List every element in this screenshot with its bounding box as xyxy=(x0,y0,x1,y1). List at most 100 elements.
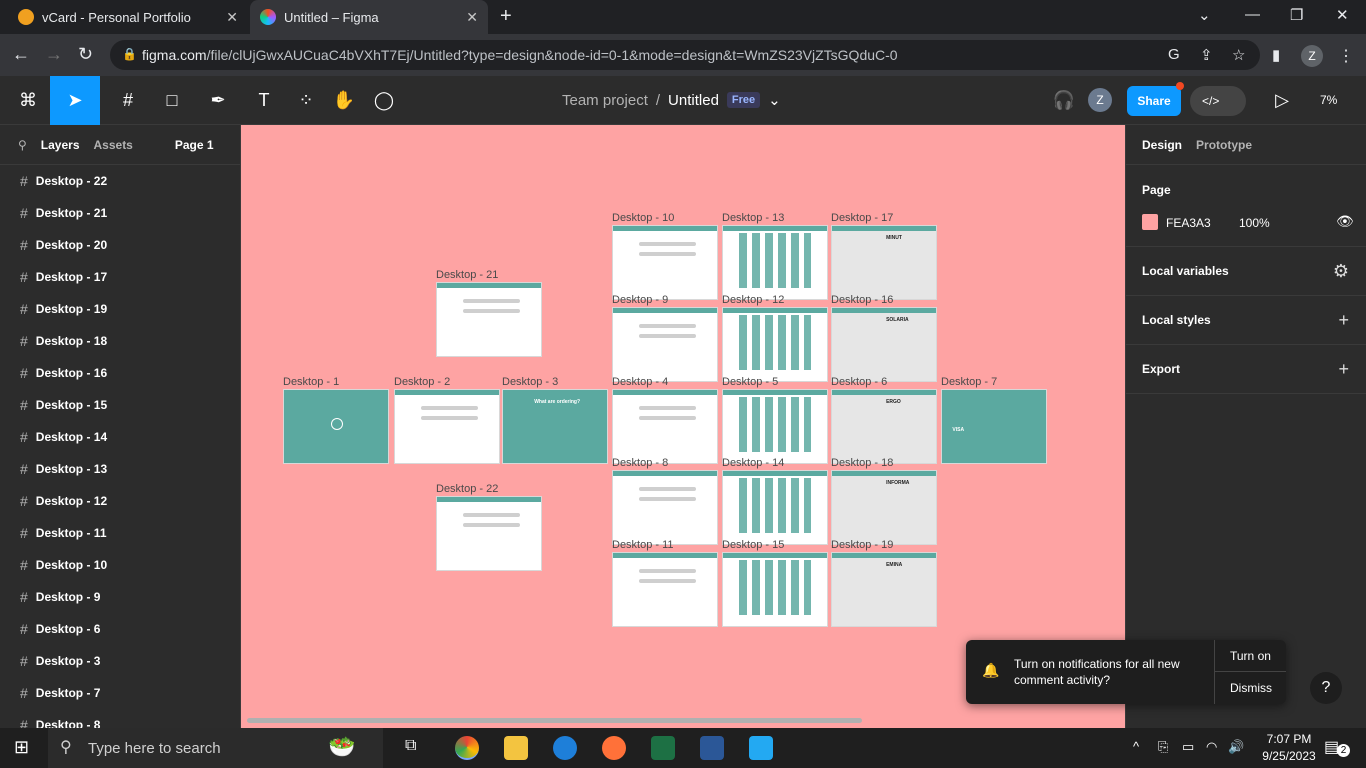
frame-label-desktop-8[interactable]: Desktop - 8 xyxy=(612,457,668,469)
frame-tool-icon[interactable]: # xyxy=(108,76,148,125)
resources-tool-icon[interactable]: ⁘ xyxy=(286,76,326,125)
tab-prototype[interactable]: Prototype xyxy=(1196,138,1252,152)
frame-desktop-14[interactable] xyxy=(722,470,828,545)
layer-item[interactable]: # Desktop - 12 xyxy=(0,485,240,517)
export-section[interactable]: Export + xyxy=(1126,345,1366,394)
frame-label-desktop-21[interactable]: Desktop - 21 xyxy=(436,269,498,281)
windows-start-icon[interactable]: ⊞ xyxy=(14,737,29,758)
reload-icon[interactable]: ↻ xyxy=(78,44,93,65)
frame-label-desktop-13[interactable]: Desktop - 13 xyxy=(722,212,784,224)
frame-desktop-8[interactable] xyxy=(612,470,718,545)
frame-desktop-13[interactable] xyxy=(722,225,828,300)
frame-desktop-15[interactable] xyxy=(722,552,828,627)
frame-label-desktop-15[interactable]: Desktop - 15 xyxy=(722,539,784,551)
search-icon[interactable]: ⚲ xyxy=(18,138,27,152)
frame-label-desktop-2[interactable]: Desktop - 2 xyxy=(394,376,450,388)
close-window-icon[interactable]: ✕ xyxy=(1336,6,1349,24)
layer-item[interactable]: # Desktop - 14 xyxy=(0,421,240,453)
layer-item[interactable]: # Desktop - 13 xyxy=(0,453,240,485)
layer-item[interactable]: # Desktop - 3 xyxy=(0,645,240,677)
move-tool-icon[interactable]: ➤ xyxy=(50,76,100,125)
frame-label-desktop-4[interactable]: Desktop - 4 xyxy=(612,376,668,388)
frame-desktop-5[interactable] xyxy=(722,389,828,464)
frame-desktop-7[interactable]: VISA xyxy=(941,389,1047,464)
page-color-value[interactable]: FEA3A3 xyxy=(1166,216,1211,230)
user-avatar[interactable]: Z xyxy=(1088,88,1112,112)
frame-desktop-11[interactable] xyxy=(612,552,718,627)
page-color-swatch[interactable] xyxy=(1142,214,1158,230)
layer-item[interactable]: # Desktop - 10 xyxy=(0,549,240,581)
frame-label-desktop-22[interactable]: Desktop - 22 xyxy=(436,483,498,495)
frame-desktop-2[interactable] xyxy=(394,389,500,464)
excel-icon[interactable] xyxy=(651,736,675,760)
layer-item[interactable]: # Desktop - 17 xyxy=(0,261,240,293)
clock-time[interactable]: 7:07 PM xyxy=(1257,732,1321,746)
layer-item[interactable]: # Desktop - 11 xyxy=(0,517,240,549)
hand-tool-icon[interactable]: ✋ xyxy=(324,76,364,125)
frame-desktop-18[interactable]: INFORMA xyxy=(831,470,937,545)
url-input[interactable]: 🔒 figma.com/file/clUjGwxAUCuaC4bVXhT7Ej/… xyxy=(110,40,1260,70)
frame-label-desktop-3[interactable]: Desktop - 3 xyxy=(502,376,558,388)
frame-label-desktop-14[interactable]: Desktop - 14 xyxy=(722,457,784,469)
edge-icon[interactable] xyxy=(553,736,577,760)
side-panel-icon[interactable]: ▮ xyxy=(1272,46,1280,64)
eye-icon[interactable]: 👁 xyxy=(1336,213,1354,230)
frame-label-desktop-12[interactable]: Desktop - 12 xyxy=(722,294,784,306)
profile-avatar[interactable]: Z xyxy=(1301,45,1323,67)
frame-desktop-10[interactable] xyxy=(612,225,718,300)
team-name[interactable]: Team project xyxy=(562,92,648,109)
zoom-level[interactable]: 7% xyxy=(1320,93,1337,107)
headphones-icon[interactable]: 🎧 xyxy=(1048,76,1080,125)
local-styles-section[interactable]: Local styles + xyxy=(1126,296,1366,345)
restore-icon[interactable]: ❐ xyxy=(1290,6,1303,24)
add-style-icon[interactable]: + xyxy=(1338,310,1349,331)
meet-now-icon[interactable]: ⎘ xyxy=(1158,739,1168,755)
frame-desktop-16[interactable]: SOLARIA xyxy=(831,307,937,382)
battery-icon[interactable]: ▭ xyxy=(1182,739,1194,755)
layer-item[interactable]: # Desktop - 8 xyxy=(0,709,240,728)
layer-item[interactable]: # Desktop - 16 xyxy=(0,357,240,389)
page-opacity[interactable]: 100% xyxy=(1239,216,1270,230)
clock-date[interactable]: 9/25/2023 xyxy=(1257,749,1321,763)
frame-label-desktop-7[interactable]: Desktop - 7 xyxy=(941,376,997,388)
main-menu-icon[interactable]: ⌘ xyxy=(8,76,48,125)
chevron-down-icon[interactable]: ⌄ xyxy=(768,91,781,109)
frame-desktop-9[interactable] xyxy=(612,307,718,382)
turn-on-button[interactable]: Turn on xyxy=(1230,649,1271,663)
frame-label-desktop-19[interactable]: Desktop - 19 xyxy=(831,539,893,551)
frame-label-desktop-10[interactable]: Desktop - 10 xyxy=(612,212,674,224)
tab-layers[interactable]: Layers xyxy=(41,138,80,152)
present-play-icon[interactable]: ▷ xyxy=(1262,76,1302,125)
comment-tool-icon[interactable]: ◯ xyxy=(364,76,404,125)
layer-item[interactable]: # Desktop - 15 xyxy=(0,389,240,421)
forward-icon[interactable]: → xyxy=(45,44,63,65)
frame-label-desktop-1[interactable]: Desktop - 1 xyxy=(283,376,339,388)
layer-item[interactable]: # Desktop - 9 xyxy=(0,581,240,613)
menu-kebab-icon[interactable]: ⋮ xyxy=(1338,46,1354,66)
chrome-taskbar-icon[interactable] xyxy=(455,736,479,760)
google-icon[interactable]: G xyxy=(1168,46,1180,63)
volume-icon[interactable]: 🔊 xyxy=(1228,739,1244,755)
frame-desktop-4[interactable] xyxy=(612,389,718,464)
layer-item[interactable]: # Desktop - 20 xyxy=(0,229,240,261)
variables-adjust-icon[interactable]: ⚙ xyxy=(1333,261,1349,282)
firefox-icon[interactable] xyxy=(602,736,626,760)
text-tool-icon[interactable]: T xyxy=(244,76,284,125)
frame-desktop-6[interactable]: ERGO xyxy=(831,389,937,464)
task-view-icon[interactable]: ⧉ xyxy=(405,737,416,755)
vscode-icon[interactable] xyxy=(749,736,773,760)
frame-desktop-12[interactable] xyxy=(722,307,828,382)
tab-assets[interactable]: Assets xyxy=(94,138,133,152)
add-export-icon[interactable]: + xyxy=(1338,359,1349,380)
dev-mode-toggle[interactable]: </> xyxy=(1190,86,1246,116)
layer-item[interactable]: # Desktop - 19 xyxy=(0,293,240,325)
help-button[interactable]: ? xyxy=(1310,672,1342,704)
layer-item[interactable]: # Desktop - 18 xyxy=(0,325,240,357)
local-variables-section[interactable]: Local variables ⚙ xyxy=(1126,247,1366,296)
wifi-icon[interactable]: ◠ xyxy=(1206,739,1217,755)
word-icon[interactable] xyxy=(700,736,724,760)
frame-label-desktop-16[interactable]: Desktop - 16 xyxy=(831,294,893,306)
frame-desktop-3[interactable]: What are ordering? xyxy=(502,389,608,464)
file-explorer-icon[interactable] xyxy=(504,736,528,760)
tab-design[interactable]: Design xyxy=(1142,138,1182,152)
